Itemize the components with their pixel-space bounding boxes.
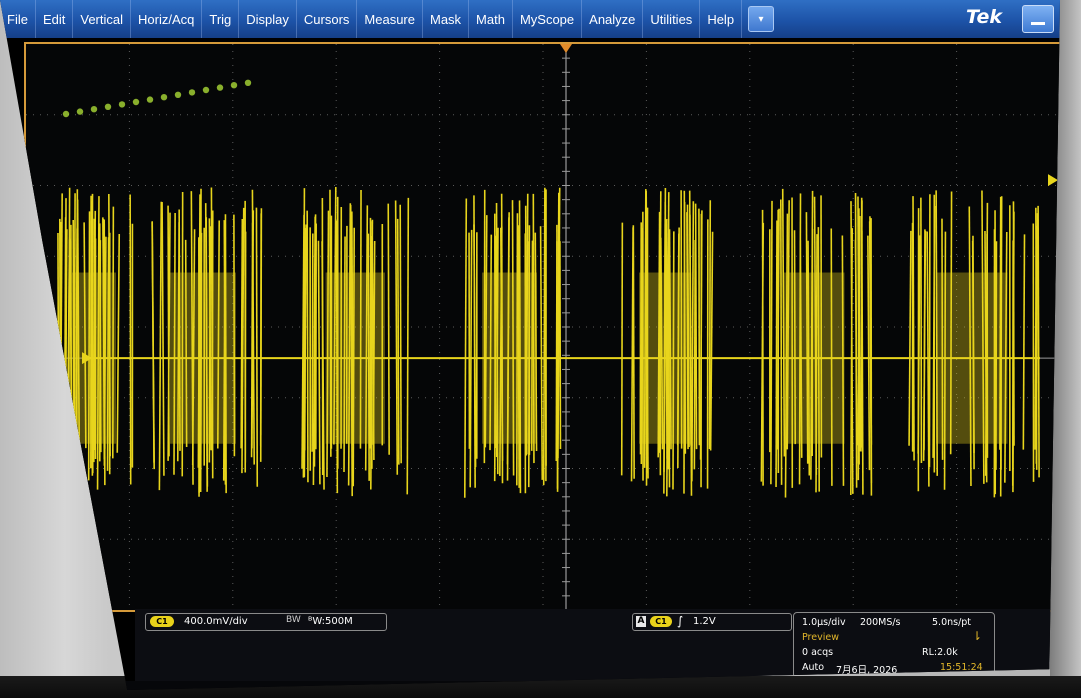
- acquisition-state: Preview: [802, 632, 839, 643]
- trigger-level: 1.2V: [693, 616, 716, 627]
- screen-reflection-dot: [160, 94, 168, 101]
- waveform-burst: [760, 188, 873, 498]
- brand-logo: Tek: [966, 6, 1003, 28]
- menu-mask[interactable]: Mask: [423, 0, 470, 38]
- screen-reflection-dot: [216, 84, 224, 91]
- menu-bar: File Edit Vertical Horiz/Acq Trig Displa…: [0, 0, 1060, 38]
- waveform-burst: [301, 186, 410, 497]
- screen-reflection-dot: [90, 106, 98, 113]
- channel-1-scale: 400.0mV/div: [184, 616, 248, 627]
- screen-reflection-dot: [62, 110, 70, 118]
- menu-help[interactable]: Help: [700, 0, 743, 38]
- minimize-button[interactable]: [1022, 5, 1054, 33]
- rising-edge-icon: ∫: [677, 614, 684, 628]
- chevron-down-icon: ▾: [758, 13, 764, 25]
- menu-myscope[interactable]: MyScope: [513, 0, 583, 38]
- acquisition-panel[interactable]: 1.0µs/div 200MS/s 5.0ns/pt Preview ⇂ 0 a…: [793, 612, 995, 678]
- screen-reflection-dot: [76, 108, 84, 115]
- menu-analyze[interactable]: Analyze: [582, 0, 644, 38]
- trigger-mode: Auto: [802, 662, 825, 673]
- trigger-position-icon[interactable]: [560, 44, 572, 53]
- screen-reflection-dot: [132, 98, 140, 106]
- time-per-point: 5.0ns/pt: [932, 617, 972, 628]
- sample-rate: 200MS/s: [860, 617, 901, 628]
- screen-reflection-dot: [104, 103, 112, 110]
- record-length: RL:2.0k: [922, 647, 958, 658]
- screen-reflection-dot: [230, 82, 238, 89]
- acquisition-count: 0 acqs: [802, 647, 834, 658]
- screen-reflection-dot: [146, 96, 154, 103]
- channel-1-readout[interactable]: C1 400.0mV/div BW ᴮW:500M: [145, 613, 387, 631]
- trigger-readout[interactable]: A C1 ∫ 1.2V: [632, 613, 792, 631]
- menu-vertical[interactable]: Vertical: [73, 0, 131, 38]
- status-bar: C1 400.0mV/div BW ᴮW:500M A C1 ∫ 1.2V 1.…: [135, 609, 1060, 681]
- graticule[interactable]: [24, 42, 1060, 612]
- channel-1-badge: C1: [150, 616, 174, 627]
- waveform-burst: [463, 187, 562, 498]
- trigger-channel-badge: C1: [650, 616, 672, 627]
- minimize-icon: [1031, 22, 1045, 25]
- menu-trig[interactable]: Trig: [202, 0, 240, 38]
- trigger-level-icon[interactable]: [1048, 174, 1058, 187]
- screen-reflection-dot: [188, 89, 196, 96]
- menu-math[interactable]: Math: [469, 0, 513, 38]
- menu-horiz-acq[interactable]: Horiz/Acq: [131, 0, 203, 38]
- waveform-burst: [151, 187, 263, 497]
- waveform-burst: [908, 190, 1040, 498]
- screen-reflection-dot: [244, 79, 252, 86]
- time-per-div: 1.0µs/div: [802, 617, 846, 628]
- menu-display[interactable]: Display: [239, 0, 297, 38]
- menu-edit[interactable]: Edit: [36, 0, 74, 38]
- screen-reflection-dot: [202, 86, 210, 94]
- trigger-arrow-icon: ⇂: [972, 629, 983, 643]
- oscilloscope-screen: File Edit Vertical Horiz/Acq Trig Displa…: [0, 0, 1060, 690]
- screen-reflection-dot: [174, 91, 182, 98]
- bandwidth-icon: BW: [286, 615, 301, 625]
- menu-utilities[interactable]: Utilities: [643, 0, 701, 38]
- menu-measure[interactable]: Measure: [357, 0, 423, 38]
- waveform-burst: [620, 188, 714, 497]
- trigger-source-badge: A: [636, 616, 646, 627]
- bandwidth-limit: ᴮW:500M: [308, 616, 353, 627]
- menu-cursors[interactable]: Cursors: [297, 0, 358, 38]
- screen-reflection-dot: [118, 101, 126, 108]
- waveform-plot: [26, 44, 1060, 610]
- menu-dropdown-button[interactable]: ▾: [748, 6, 775, 32]
